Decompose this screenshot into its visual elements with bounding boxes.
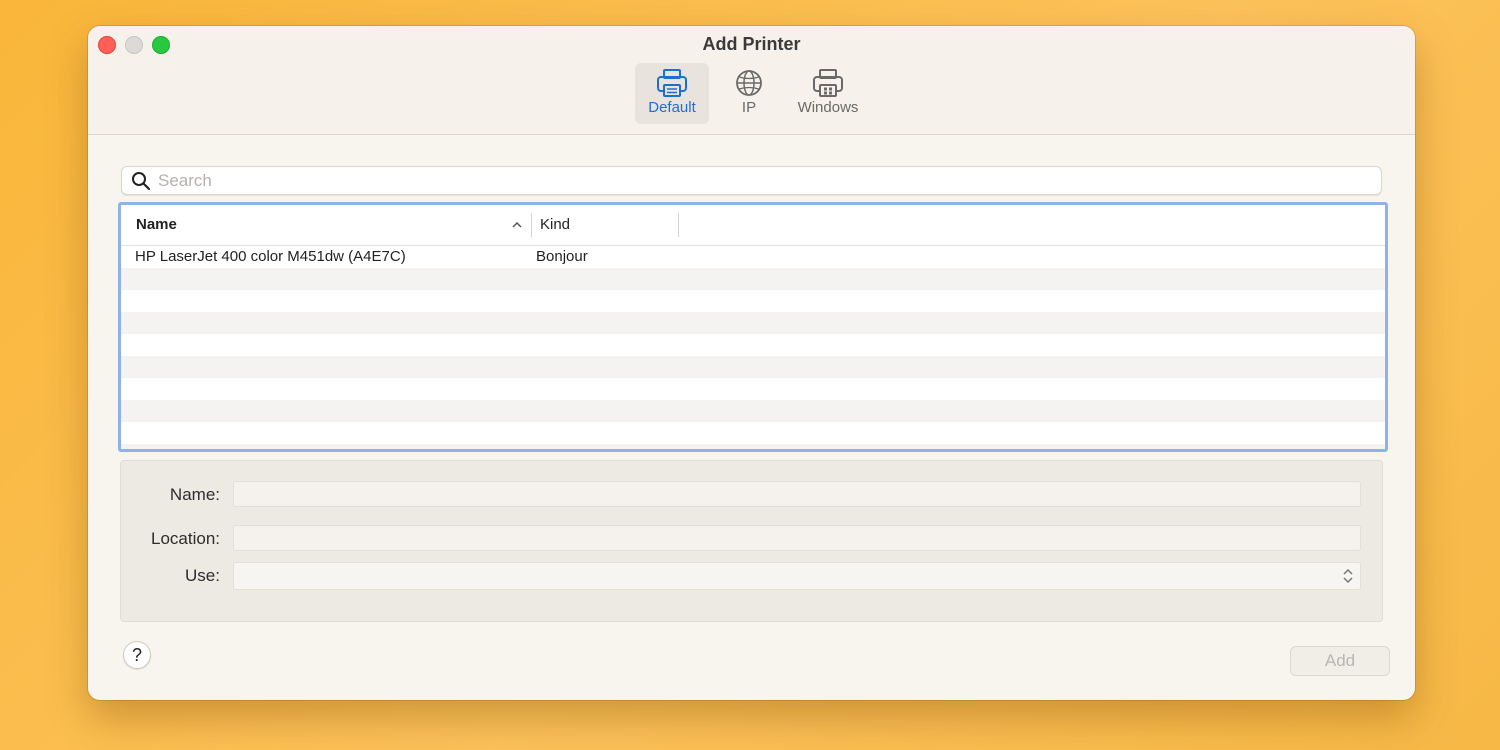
titlebar: Add Printer Default IP Windows xyxy=(88,26,1415,135)
printer-name-cell: HP LaserJet 400 color M451dw (A4E7C) xyxy=(135,248,406,265)
toolbar-ip-label: IP xyxy=(741,99,757,116)
sort-ascending-icon xyxy=(512,221,522,228)
table-row-empty xyxy=(121,444,1385,449)
add-printer-window: Add Printer Default IP Windows Search Na… xyxy=(88,26,1415,700)
name-field[interactable] xyxy=(233,481,1372,507)
table-body: HP LaserJet 400 color M451dw (A4E7C) Bon… xyxy=(121,246,1385,449)
name-label: Name: xyxy=(169,485,220,504)
use-select[interactable] xyxy=(233,562,1361,590)
table-row-empty xyxy=(121,290,1385,312)
table-row-empty xyxy=(121,378,1385,400)
table-row-empty xyxy=(121,268,1385,290)
search-icon xyxy=(132,172,151,191)
location-label: Location: xyxy=(151,529,220,548)
search-field[interactable] xyxy=(121,166,1382,195)
toolbar-ip-button[interactable]: IP xyxy=(725,63,773,124)
add-button[interactable]: Add xyxy=(1290,646,1390,676)
globe-icon xyxy=(736,70,762,96)
printer-kind-cell: Bonjour xyxy=(536,248,588,265)
table-row-empty xyxy=(121,312,1385,334)
help-button[interactable]: ? xyxy=(123,641,151,669)
location-input[interactable] xyxy=(234,526,1372,550)
column-header-kind[interactable]: Kind xyxy=(540,205,570,245)
toolbar-default-button[interactable]: Default xyxy=(635,63,709,124)
window-title: Add Printer xyxy=(702,34,801,54)
table-header: Name Kind xyxy=(121,205,1385,246)
table-row[interactable]: HP LaserJet 400 color M451dw (A4E7C) Bon… xyxy=(121,246,1385,268)
location-field[interactable] xyxy=(233,525,1372,551)
use-label: Use: xyxy=(185,566,220,585)
toolbar-default-label: Default xyxy=(648,99,696,116)
table-row-empty xyxy=(121,334,1385,356)
printer-details-form: Name: Location: Use: xyxy=(120,460,1383,622)
column-separator[interactable] xyxy=(531,213,532,237)
search-input[interactable] xyxy=(158,167,1358,194)
column-header-name[interactable]: Name xyxy=(136,205,177,245)
table-row-empty xyxy=(121,400,1385,422)
windows-printer-icon xyxy=(813,69,843,97)
name-input[interactable] xyxy=(234,482,1372,506)
table-row-empty xyxy=(121,422,1385,444)
column-separator[interactable] xyxy=(678,213,679,237)
toolbar-windows-label: Windows xyxy=(797,99,859,116)
toolbar-windows-button[interactable]: Windows xyxy=(788,63,868,124)
printer-list[interactable]: Name Kind HP LaserJet 400 color M451dw (… xyxy=(118,202,1388,452)
chevron-updown-icon xyxy=(1343,568,1353,584)
printer-icon xyxy=(657,69,687,97)
table-row-empty xyxy=(121,356,1385,378)
